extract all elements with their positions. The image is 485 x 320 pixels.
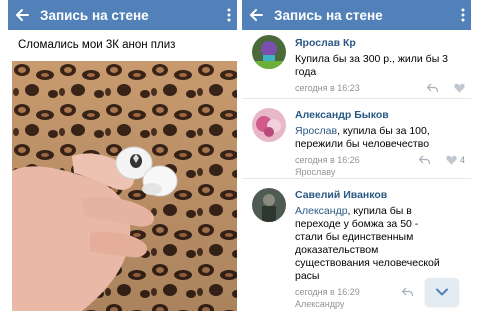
page-title: Запись на стене xyxy=(274,7,383,23)
back-arrow-icon xyxy=(16,9,29,21)
comment-text: Купила бы за 300 р., жили бы 3 года xyxy=(295,53,448,78)
comment-meta: сегодня в 16:26 4 xyxy=(295,154,465,166)
comment-item: Александр Быков Ярослав, купила бы за 10… xyxy=(242,99,471,179)
more-vertical-icon xyxy=(227,8,231,22)
like-button[interactable] xyxy=(454,83,465,93)
scroll-down-button[interactable] xyxy=(425,278,459,306)
comment-text: Ярослав, купила бы за 100, пережили бы ч… xyxy=(295,125,430,150)
top-bar: Запись на стене xyxy=(8,0,237,30)
comment-author[interactable]: Ярослав Кр xyxy=(295,37,465,50)
comment-text: Александр, купила бы в переходе у бомжа … xyxy=(295,205,440,282)
comment-date: сегодня в 16:26 xyxy=(295,155,360,165)
avatar[interactable] xyxy=(252,188,286,222)
photo-image xyxy=(12,61,237,311)
reply-icon xyxy=(402,287,413,297)
page-title: Запись на стене xyxy=(40,7,149,23)
heart-icon xyxy=(446,155,457,165)
top-bar: Запись на стене xyxy=(242,0,471,30)
more-button[interactable] xyxy=(455,0,471,30)
avatar[interactable] xyxy=(252,35,286,69)
post-photo[interactable] xyxy=(12,61,237,311)
reply-mention[interactable]: Ярослав xyxy=(295,125,337,137)
reply-button[interactable] xyxy=(427,83,438,93)
more-vertical-icon xyxy=(461,8,465,22)
reply-icon xyxy=(427,83,438,93)
chevron-down-icon xyxy=(436,288,448,296)
comment-date: сегодня в 16:23 xyxy=(295,83,360,93)
like-button[interactable]: 4 xyxy=(446,154,465,166)
back-arrow-icon xyxy=(250,9,263,21)
back-button[interactable] xyxy=(8,0,36,30)
post-screen: Запись на стене Сломались мои 3К анон пл… xyxy=(8,0,237,320)
like-count: 4 xyxy=(459,155,465,165)
post-text: Сломались мои 3К анон плиз xyxy=(18,39,176,51)
reply-button[interactable] xyxy=(418,155,430,165)
comments-screen: Запись на стене Ярослав Кр Купила бы за … xyxy=(242,0,471,320)
avatar[interactable] xyxy=(252,108,286,142)
comment-date: сегодня в 16:29 xyxy=(295,287,360,297)
reply-mention[interactable]: Александр xyxy=(295,205,348,217)
comment-author[interactable]: Савелий Иванков xyxy=(295,189,465,202)
more-button[interactable] xyxy=(221,0,237,30)
heart-icon xyxy=(454,83,465,93)
comment-item: Ярослав Кр Купила бы за 300 р., жили бы … xyxy=(242,30,471,99)
reply-button[interactable] xyxy=(402,287,413,297)
back-button[interactable] xyxy=(242,0,270,30)
reply-to-label: Ярославу xyxy=(295,167,336,177)
comment-meta: сегодня в 16:23 xyxy=(295,82,465,94)
reply-icon xyxy=(418,155,430,165)
comment-author[interactable]: Александр Быков xyxy=(295,109,465,122)
